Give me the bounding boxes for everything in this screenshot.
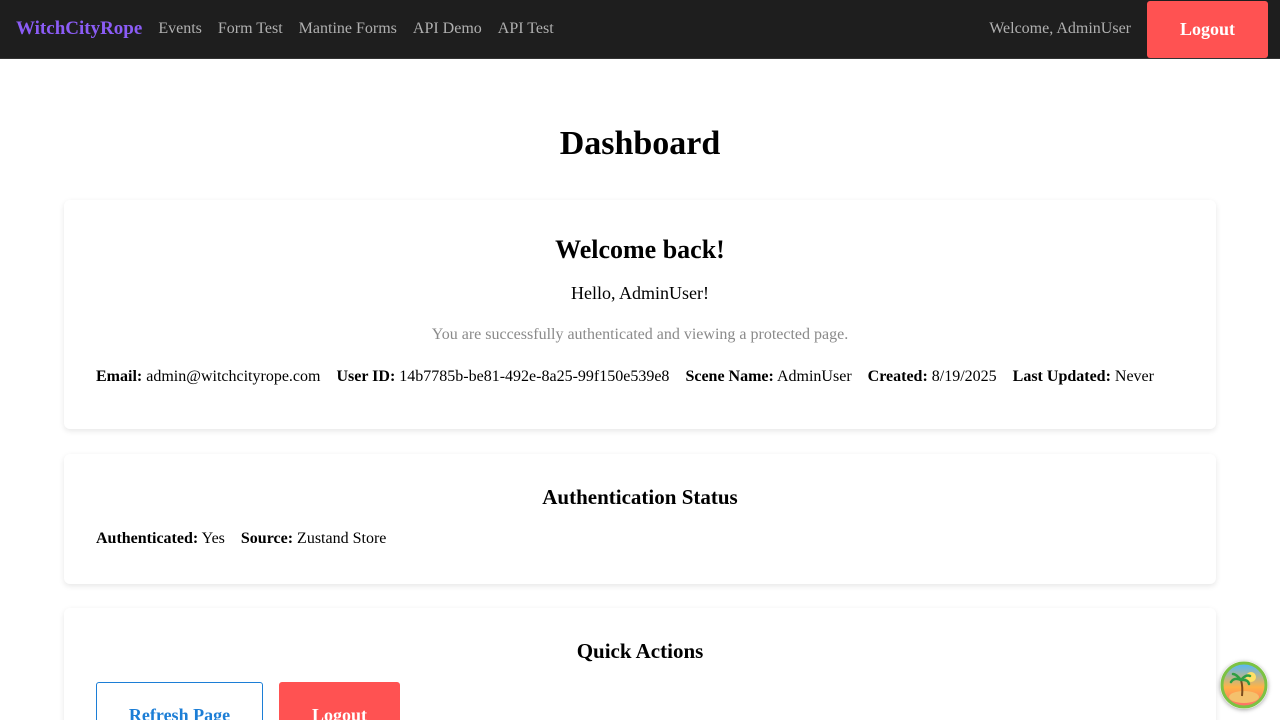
nav-logout-button[interactable]: Logout (1147, 0, 1268, 58)
info-last-updated: Last Updated: Never (1013, 368, 1154, 386)
nav-link-form-test[interactable]: Form Test (218, 20, 283, 38)
nav-link-events[interactable]: Events (158, 20, 202, 38)
top-navbar: WitchCityRope Events Form Test Mantine F… (0, 0, 1280, 59)
info-email-label: Email: (96, 368, 143, 385)
quick-actions-row: Refresh Page Logout (96, 682, 1184, 720)
brand-logo-link[interactable]: WitchCityRope (16, 18, 142, 40)
welcome-card: Welcome back! Hello, AdminUser! You are … (64, 200, 1216, 429)
info-last-updated-label: Last Updated: (1012, 368, 1111, 385)
info-scene-name-label: Scene Name: (685, 368, 774, 385)
info-created-label: Created: (867, 368, 928, 385)
refresh-page-button[interactable]: Refresh Page (96, 682, 263, 720)
user-info-row: Email: admin@witchcityrope.com User ID: … (96, 368, 1184, 386)
auth-status-card: Authentication Status Authenticated: Yes… (64, 454, 1216, 584)
info-last-updated-value: Never (1114, 368, 1154, 385)
page-title: Dashboard (559, 125, 721, 162)
quick-logout-button[interactable]: Logout (279, 682, 400, 720)
quick-actions-heading: Quick Actions (576, 639, 704, 663)
auth-source-value: Zustand Store (297, 530, 387, 547)
info-scene-name: Scene Name: AdminUser (685, 368, 851, 386)
nav-link-api-demo[interactable]: API Demo (413, 20, 482, 38)
auth-status-row: Authenticated: Yes Source: Zustand Store (96, 530, 1184, 548)
auth-status-heading: Authentication Status (542, 485, 738, 509)
info-user-id-value: 14b7785b-be81-492e-8a25-99f150e539e8 (399, 368, 670, 385)
info-user-id: User ID: 14b7785b-be81-492e-8a25-99f150e… (336, 368, 669, 386)
auth-subtitle: You are successfully authenticated and v… (431, 326, 849, 343)
beach-island-icon[interactable] (1220, 661, 1268, 709)
info-email-value: admin@witchcityrope.com (146, 368, 321, 385)
quick-actions-card: Quick Actions Refresh Page Logout (64, 608, 1216, 720)
hello-text: Hello, AdminUser! (571, 283, 709, 303)
auth-authenticated: Authenticated: Yes (96, 530, 225, 548)
welcome-text: Welcome, AdminUser (989, 20, 1131, 37)
info-scene-name-value: AdminUser (776, 368, 852, 385)
info-user-id-label: User ID: (336, 368, 396, 385)
auth-authenticated-label: Authenticated: (96, 530, 199, 547)
auth-authenticated-value: Yes (201, 530, 225, 547)
info-email: Email: admin@witchcityrope.com (96, 368, 320, 386)
nav-link-mantine-forms[interactable]: Mantine Forms (299, 20, 397, 38)
nav-link-api-test[interactable]: API Test (498, 20, 554, 38)
info-created-value: 8/19/2025 (931, 368, 997, 385)
welcome-heading: Welcome back! (555, 235, 725, 264)
auth-source-label: Source: (240, 530, 294, 547)
info-created: Created: 8/19/2025 (868, 368, 997, 386)
auth-source: Source: Zustand Store (241, 530, 386, 548)
